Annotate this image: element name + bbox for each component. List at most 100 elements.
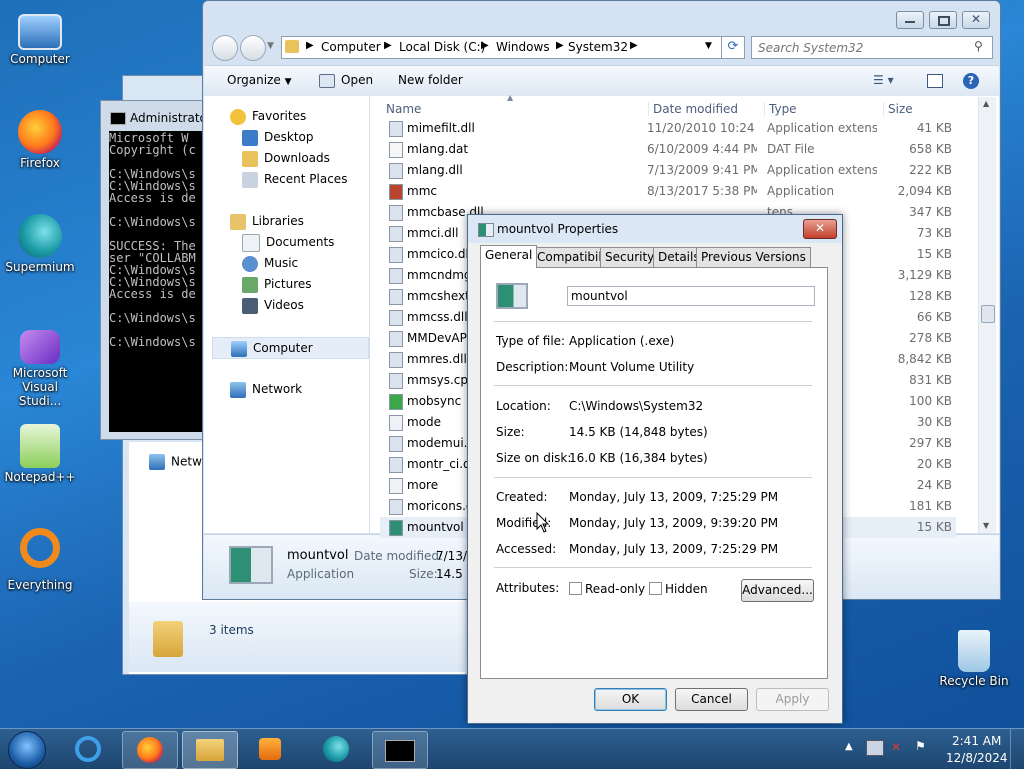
folder-icon xyxy=(153,621,183,657)
search-box[interactable]: ⚲ xyxy=(751,36,993,59)
file-size: 347 KB xyxy=(909,205,952,219)
scroll-up-icon[interactable]: ▲ xyxy=(983,99,989,108)
advanced-button[interactable]: Advanced... xyxy=(741,579,814,602)
file-size: 20 KB xyxy=(916,457,952,471)
scrollbar-thumb[interactable] xyxy=(981,305,995,323)
column-header-type[interactable]: Type xyxy=(764,102,797,116)
file-size: 41 KB xyxy=(916,121,952,135)
desktop-icon-notepadpp[interactable]: Notepad++ xyxy=(0,424,80,484)
maximize-button[interactable] xyxy=(929,11,957,29)
apply-button[interactable]: Apply xyxy=(756,688,829,711)
bg-network-item[interactable]: Netwo xyxy=(149,454,209,470)
modified-value: Monday, July 13, 2009, 9:39:20 PM xyxy=(569,516,779,530)
open-button[interactable]: Open xyxy=(319,73,373,88)
breadcrumb-windows[interactable]: Windows xyxy=(496,40,550,54)
file-name-input[interactable] xyxy=(567,286,815,306)
forward-button[interactable] xyxy=(240,35,266,61)
libraries-icon xyxy=(230,213,246,230)
column-header-date[interactable]: Date modified xyxy=(648,102,738,116)
network-tray-icon[interactable] xyxy=(866,740,884,756)
file-icon xyxy=(389,226,403,242)
new-folder-button[interactable]: New folder xyxy=(398,73,463,87)
taskbar-cmd-button[interactable] xyxy=(372,731,428,769)
taskbar-media-player-button[interactable] xyxy=(244,731,298,767)
hidden-checkbox[interactable] xyxy=(649,582,662,595)
firefox-icon xyxy=(137,737,163,763)
volume-muted-icon[interactable]: ✕ xyxy=(891,740,907,754)
taskbar-firefox-button[interactable] xyxy=(122,731,178,769)
firefox-icon xyxy=(18,110,62,154)
size-label: Size: xyxy=(496,425,525,439)
sidebar-item-recent-places[interactable]: Recent Places xyxy=(242,169,347,189)
organize-button[interactable]: Organize ▼ xyxy=(227,73,292,87)
ok-button[interactable]: OK xyxy=(594,688,667,711)
file-icon xyxy=(389,415,403,431)
file-icon xyxy=(389,394,403,410)
address-dropdown-icon[interactable]: ▼ xyxy=(705,41,712,51)
cmd-window[interactable]: Administrator Microsoft W Copyright (c C… xyxy=(100,100,212,440)
sidebar-item-downloads[interactable]: Downloads xyxy=(242,148,330,168)
file-icon xyxy=(389,268,403,284)
file-row[interactable]: mlang.dll 7/13/2009 9:41 PM Application ex… xyxy=(380,160,956,181)
column-header-size[interactable]: Size xyxy=(883,102,913,116)
scroll-down-icon[interactable]: ▼ xyxy=(983,521,989,530)
preview-pane-icon[interactable] xyxy=(927,74,943,88)
sidebar-item-computer[interactable]: Computer xyxy=(212,337,369,359)
desktop-icon-everything[interactable]: Everything xyxy=(0,528,80,592)
show-desktop-button[interactable] xyxy=(1010,729,1024,769)
file-row[interactable]: mmc 8/13/2017 5:38 PM Application 2,094 KB xyxy=(380,181,956,202)
desktop-icon-firefox[interactable]: Firefox xyxy=(0,110,80,170)
file-row[interactable]: mlang.dat 6/10/2009 4:44 PM DAT File 658 KB xyxy=(380,139,956,160)
show-hidden-icons-icon[interactable]: ▲ xyxy=(845,741,853,752)
vertical-scrollbar[interactable]: ▲ ▼ xyxy=(978,97,996,533)
file-name: mimefilt.dll xyxy=(407,121,475,135)
close-button[interactable]: ✕ xyxy=(962,11,990,29)
sidebar-item-music[interactable]: Music xyxy=(242,253,298,273)
address-bar[interactable]: ▶ Computer ▶ Local Disk (C:) ▶ Windows ▶… xyxy=(281,36,723,59)
properties-dialog[interactable]: mountvol Properties ✕ General Compatibil… xyxy=(467,214,843,724)
tab-general[interactable]: General xyxy=(480,245,538,268)
taskbar-supermium-button[interactable] xyxy=(310,731,364,767)
desktop-icon-visual-studio[interactable]: Microsoft Visual Studi... xyxy=(0,330,80,408)
file-icon xyxy=(389,247,403,263)
sidebar-item-favorites[interactable]: Favorites xyxy=(230,106,306,126)
cancel-button[interactable]: Cancel xyxy=(675,688,748,711)
clock-time[interactable]: 2:41 AM xyxy=(952,734,1001,748)
tab-security[interactable]: Security xyxy=(600,247,660,268)
breadcrumb-computer[interactable]: Computer xyxy=(321,40,381,54)
taskbar-ie-button[interactable] xyxy=(62,731,116,767)
desktop-icon-label: Recycle Bin xyxy=(939,674,1009,688)
refresh-button[interactable]: ⟳ xyxy=(721,36,745,59)
file-type: DAT File xyxy=(767,142,815,156)
search-input[interactable] xyxy=(756,39,965,56)
minimize-button[interactable] xyxy=(896,11,924,29)
dialog-close-button[interactable]: ✕ xyxy=(803,219,837,239)
readonly-checkbox[interactable] xyxy=(569,582,582,595)
taskbar-explorer-button[interactable] xyxy=(182,731,238,769)
view-options-icon[interactable]: ☰ ▾ xyxy=(873,73,894,87)
start-button[interactable] xyxy=(8,731,46,769)
breadcrumb-local-disk[interactable]: Local Disk (C:) xyxy=(399,40,485,54)
sidebar-item-pictures[interactable]: Pictures xyxy=(242,274,312,294)
desktop-icon-computer[interactable]: Computer xyxy=(0,8,80,66)
chevron-down-icon[interactable]: ▼ xyxy=(267,41,274,51)
sidebar-item-videos[interactable]: Videos xyxy=(242,295,304,315)
file-icon xyxy=(389,205,403,221)
breadcrumb-system32[interactable]: System32 xyxy=(568,40,628,54)
sidebar-item-network[interactable]: Network xyxy=(230,379,302,399)
sidebar-item-libraries[interactable]: Libraries xyxy=(230,211,304,231)
file-row[interactable]: mimefilt.dll 11/20/2010 10:24 ... Applicat… xyxy=(380,118,956,139)
application-icon xyxy=(229,546,273,584)
file-name: mmc xyxy=(407,184,437,198)
tab-previous-versions[interactable]: Previous Versions xyxy=(696,247,811,268)
column-header-name[interactable]: Name xyxy=(386,102,421,116)
sidebar-item-documents[interactable]: Documents xyxy=(242,232,334,252)
desktop-icon-recycle-bin[interactable]: Recycle Bin xyxy=(934,630,1014,688)
help-icon[interactable]: ? xyxy=(963,73,979,89)
action-center-icon[interactable]: ⚑ xyxy=(915,739,926,753)
clock-date[interactable]: 12/8/2024 xyxy=(946,751,1008,765)
desktop-icon-supermium[interactable]: Supermium xyxy=(0,214,80,274)
sidebar-item-desktop[interactable]: Desktop xyxy=(242,127,314,147)
breadcrumb-sep-icon: ▶ xyxy=(384,40,392,51)
back-button[interactable] xyxy=(212,35,238,61)
